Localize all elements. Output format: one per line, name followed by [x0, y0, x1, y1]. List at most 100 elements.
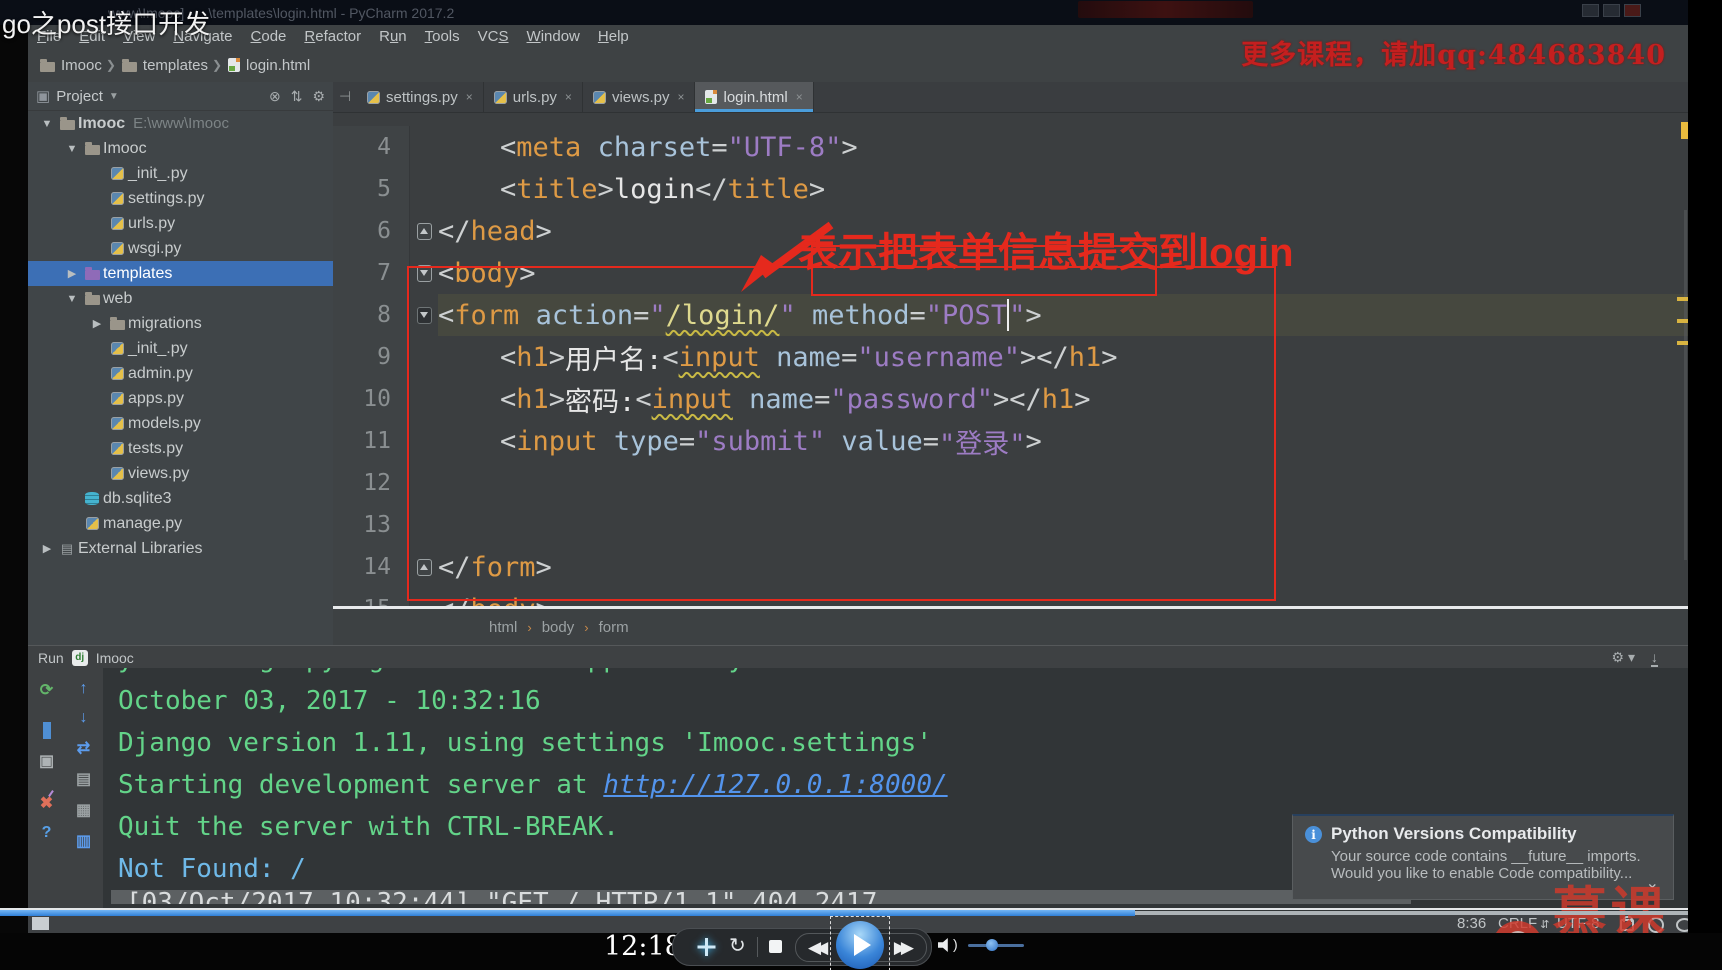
caret-position[interactable]: 8:36 — [1457, 915, 1486, 932]
tree-item-apps-py[interactable]: apps.py — [28, 386, 333, 411]
console-line: Starting development server at http://12… — [118, 770, 948, 800]
menu-item-run[interactable]: Run — [370, 25, 416, 48]
close-tab-icon[interactable]: × — [677, 90, 684, 104]
expand-arrow-icon[interactable]: ▶ — [38, 542, 56, 555]
volume-slider-thumb[interactable] — [986, 939, 998, 951]
tree-item-db-sqlite3[interactable]: db.sqlite3 — [28, 486, 333, 511]
show-console-icon[interactable]: ▣ — [39, 751, 54, 771]
restore-layout-icon[interactable]: ▤ — [76, 769, 91, 789]
fold-marker-icon[interactable] — [416, 222, 432, 240]
menu-item-refactor[interactable]: Refactor — [295, 25, 370, 48]
menu-item-code[interactable]: Code — [242, 25, 296, 48]
close-tab-icon[interactable]: × — [565, 90, 572, 104]
tree-item-urls-py[interactable]: urls.py — [28, 211, 333, 236]
maximize-button[interactable] — [1603, 4, 1620, 17]
skip-icon[interactable]: ⇄ — [77, 738, 90, 758]
video-progress-played[interactable] — [0, 910, 1135, 916]
rerun-icon[interactable]: ⟳ — [40, 680, 53, 700]
menu-item-window[interactable]: Window — [518, 25, 589, 48]
editor-splitter[interactable] — [333, 606, 1688, 609]
replay-icon[interactable]: ↻ — [729, 933, 746, 958]
expand-arrow-icon[interactable]: ▶ — [63, 267, 81, 280]
close-tab-icon[interactable]: × — [796, 90, 803, 104]
tree-item-migrations[interactable]: ▶ migrations — [28, 311, 333, 336]
gear-icon[interactable]: ⚙ ▾ — [1612, 649, 1635, 667]
up-arrow-icon[interactable]: ↑ — [80, 680, 88, 698]
folder-icon — [59, 117, 75, 130]
expand-arrow-icon[interactable]: ▶ — [88, 317, 106, 330]
volume-icon[interactable] — [938, 938, 948, 952]
code-line-5[interactable]: 5 < title > login </title > — [333, 168, 1688, 210]
video-progress-remaining[interactable] — [1135, 911, 1688, 915]
line-number: 11 — [333, 420, 410, 462]
tab-settings-py[interactable]: settings.py × — [357, 82, 484, 112]
pause-icon[interactable] — [42, 722, 51, 740]
line-number: 9 — [333, 336, 410, 378]
screen: www\Imooc] - ...\templates\login.html - … — [0, 0, 1722, 970]
menu-item-vcs[interactable]: VCS — [469, 25, 518, 48]
close-icon[interactable]: ✖ — [40, 793, 53, 813]
code-line-4[interactable]: 4 < meta charset = "UTF-8" > — [333, 126, 1688, 168]
down-arrow-icon[interactable]: ↓ — [80, 709, 88, 727]
breadcrumb-Imooc[interactable]: Imooc — [40, 57, 102, 74]
breadcrumb-login.html[interactable]: login.html — [228, 57, 310, 74]
tree-item-views-py[interactable]: views.py — [28, 461, 333, 486]
tree-item-web[interactable]: ▼ web — [28, 286, 333, 311]
tree-item-templates[interactable]: ▶ templates — [28, 261, 333, 286]
tree-item-admin-py[interactable]: admin.py — [28, 361, 333, 386]
hide-panel-icon[interactable]: ↓ — [1651, 649, 1658, 667]
video-progress-handle[interactable] — [32, 917, 49, 930]
server-url-link[interactable]: http://127.0.0.1:8000/ — [603, 770, 947, 800]
breadcrumb-templates[interactable]: templates — [121, 57, 208, 74]
minimize-button[interactable] — [1582, 4, 1599, 17]
tree-item-manage-py[interactable]: manage.py — [28, 511, 333, 536]
collapse-all-icon[interactable]: ⊗ — [269, 88, 281, 105]
tree-item-imooc[interactable]: ▼ Imooc — [28, 136, 333, 161]
run-config-name: Imooc — [95, 649, 134, 666]
tree-item-_init_-py[interactable]: _init_.py — [28, 336, 333, 361]
line-number: 7 — [333, 252, 410, 294]
project-panel-header[interactable]: ▣ Project ▼ ⊗ ⇅ ⚙ — [28, 82, 333, 111]
console-request-line[interactable]: [03/Oct/2017 10:32:44] "GET / HTTP/1.1" … — [111, 890, 1411, 904]
tab-urls-py[interactable]: urls.py × — [484, 82, 583, 112]
warning-stripe-mark[interactable] — [1677, 319, 1688, 323]
tree-item-models-py[interactable]: models.py — [28, 411, 333, 436]
close-button[interactable] — [1624, 4, 1641, 17]
tree-item-imooc[interactable]: ▼ Imooc E:\www\Imooc — [28, 111, 333, 136]
expand-arrow-icon[interactable]: ▼ — [38, 118, 56, 130]
info-icon: i — [1305, 826, 1322, 843]
close-tab-icon[interactable]: × — [466, 90, 473, 104]
python-file-icon — [85, 517, 99, 530]
warning-stripe-mark[interactable] — [1677, 341, 1688, 345]
code-breadcrumb-body[interactable]: body — [542, 619, 575, 636]
tree-item-settings-py[interactable]: settings.py — [28, 186, 333, 211]
menu-item-help[interactable]: Help — [589, 25, 638, 48]
stop-playback-button[interactable] — [769, 940, 782, 953]
fast-forward-button[interactable]: ▶▶ — [894, 938, 914, 958]
tab-options-icon[interactable]: ⊣ — [339, 88, 351, 105]
gear-icon[interactable]: ⚙ — [312, 88, 325, 105]
warning-stripe-mark[interactable] — [1677, 297, 1688, 301]
menu-item-tools[interactable]: Tools — [416, 25, 469, 48]
tab-views-py[interactable]: views.py × — [583, 82, 696, 112]
clear-all-icon[interactable]: ▥ — [76, 831, 91, 851]
tree-item-tests-py[interactable]: tests.py — [28, 436, 333, 461]
console-line: Django version 1.11, using settings 'Imo… — [118, 728, 932, 758]
line-number: 15 — [333, 588, 410, 606]
play-button[interactable] — [836, 921, 884, 969]
expand-arrow-icon[interactable]: ▼ — [63, 293, 81, 305]
print-icon[interactable]: ▦ — [76, 800, 91, 820]
expand-arrow-icon[interactable]: ▼ — [63, 143, 81, 155]
rewind-button[interactable]: ◀◀ — [808, 938, 828, 958]
editor-scrollbar[interactable] — [1684, 210, 1687, 560]
tree-item-wsgi-py[interactable]: wsgi.py — [28, 236, 333, 261]
code-breadcrumb-form[interactable]: form — [599, 619, 629, 636]
scroll-to-source-icon[interactable]: ⇅ — [291, 88, 303, 105]
tree-item-_init_-py[interactable]: _init_.py — [28, 161, 333, 186]
help-icon[interactable]: ? — [42, 824, 52, 842]
tree-item-external-libraries[interactable]: ▶ ▤ External Libraries — [28, 536, 333, 561]
tab-login-html[interactable]: login.html × — [695, 82, 814, 112]
tools-icon[interactable] — [697, 938, 716, 956]
code-breadcrumb-html[interactable]: html — [489, 619, 517, 636]
run-panel-header[interactable]: Run dj Imooc ⚙ ▾ ↓ — [28, 645, 1708, 669]
